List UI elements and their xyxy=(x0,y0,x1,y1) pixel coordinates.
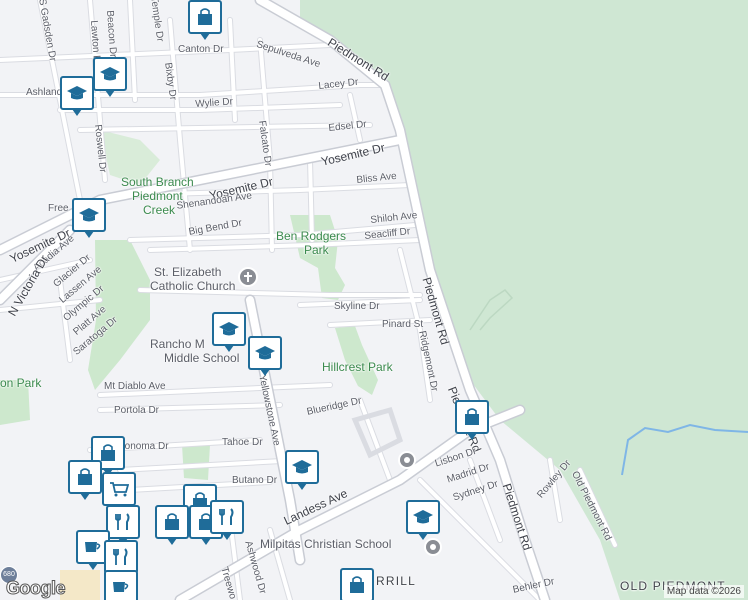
place-label-hillcrest-park[interactable]: Hillcrest Park xyxy=(322,361,393,373)
school-icon[interactable] xyxy=(72,198,106,238)
school-icon[interactable] xyxy=(285,450,319,490)
shopping-bag-icon[interactable] xyxy=(340,568,374,600)
ben-rodgers-park-area xyxy=(290,215,345,300)
cafe-icon[interactable] xyxy=(104,570,138,600)
place-label-creek[interactable]: Creek xyxy=(143,204,175,216)
street-label-skyline-dr: Skyline Dr xyxy=(334,301,380,312)
shopping-bag-icon[interactable] xyxy=(188,0,222,40)
street-label-portola-dr: Portola Dr xyxy=(114,405,160,416)
street-label-ashland: Ashland xyxy=(26,87,63,98)
place-label-pinewood-park[interactable]: on Park xyxy=(0,377,41,389)
place-label-rancho-school[interactable]: Rancho M xyxy=(150,338,205,350)
school-icon[interactable] xyxy=(212,312,246,352)
school-icon[interactable] xyxy=(406,500,440,540)
place-label-piedmont[interactable]: Piedmont xyxy=(132,190,183,202)
shopping-bag-icon[interactable] xyxy=(455,400,489,440)
place-label-ben-rodgers-park[interactable]: Park xyxy=(304,244,329,256)
shopping-bag-icon[interactable] xyxy=(68,460,102,500)
map-attribution[interactable]: Map data ©2026 xyxy=(663,585,744,598)
place-icon[interactable] xyxy=(398,451,416,469)
map-canvas[interactable]: Piedmont Rd Piedmont Rd Piedmont Rd Pied… xyxy=(0,0,748,600)
commercial-block xyxy=(60,570,100,600)
restaurant-icon[interactable] xyxy=(104,540,138,580)
shopping-bag-icon[interactable] xyxy=(155,505,189,545)
google-logo[interactable]: Google xyxy=(6,578,67,599)
street-label-tahoe-dr: Tahoe Dr xyxy=(222,437,263,448)
church-icon[interactable] xyxy=(238,267,258,287)
area-label-merrill: RRILL xyxy=(376,574,417,588)
street-label-sonoma-dr: Sonoma Dr xyxy=(118,441,169,452)
restaurant-icon[interactable] xyxy=(106,505,140,545)
place-label-middle-school[interactable]: Middle School xyxy=(164,352,239,364)
street-label-mt-diablo-ave: Mt Diablo Ave xyxy=(104,381,166,392)
place-label-south-branch[interactable]: South Branch xyxy=(121,176,194,188)
street-label-canton-dr: Canton Dr xyxy=(178,44,224,55)
street-label-free: Free xyxy=(48,203,69,214)
school-icon[interactable] xyxy=(93,57,127,97)
place-label-st-elizabeth[interactable]: St. Elizabeth xyxy=(154,266,221,278)
school-icon[interactable] xyxy=(248,336,282,376)
place-label-ben-rodgers[interactable]: Ben Rodgers xyxy=(276,230,346,242)
restaurant-icon[interactable] xyxy=(210,500,244,540)
street-label-beacon-dr: Beacon Dr xyxy=(104,9,119,58)
place-label-catholic-church[interactable]: Catholic Church xyxy=(150,280,235,292)
shopping-cart-icon[interactable] xyxy=(102,472,136,512)
place-label-milpitas-christian-school[interactable]: Milpitas Christian School xyxy=(260,538,391,550)
street-label-pinard-st: Pinard St xyxy=(382,319,424,330)
place-icon[interactable] xyxy=(424,538,442,556)
school-icon[interactable] xyxy=(60,76,94,116)
street-label-butano-dr: Butano Dr xyxy=(232,475,278,486)
